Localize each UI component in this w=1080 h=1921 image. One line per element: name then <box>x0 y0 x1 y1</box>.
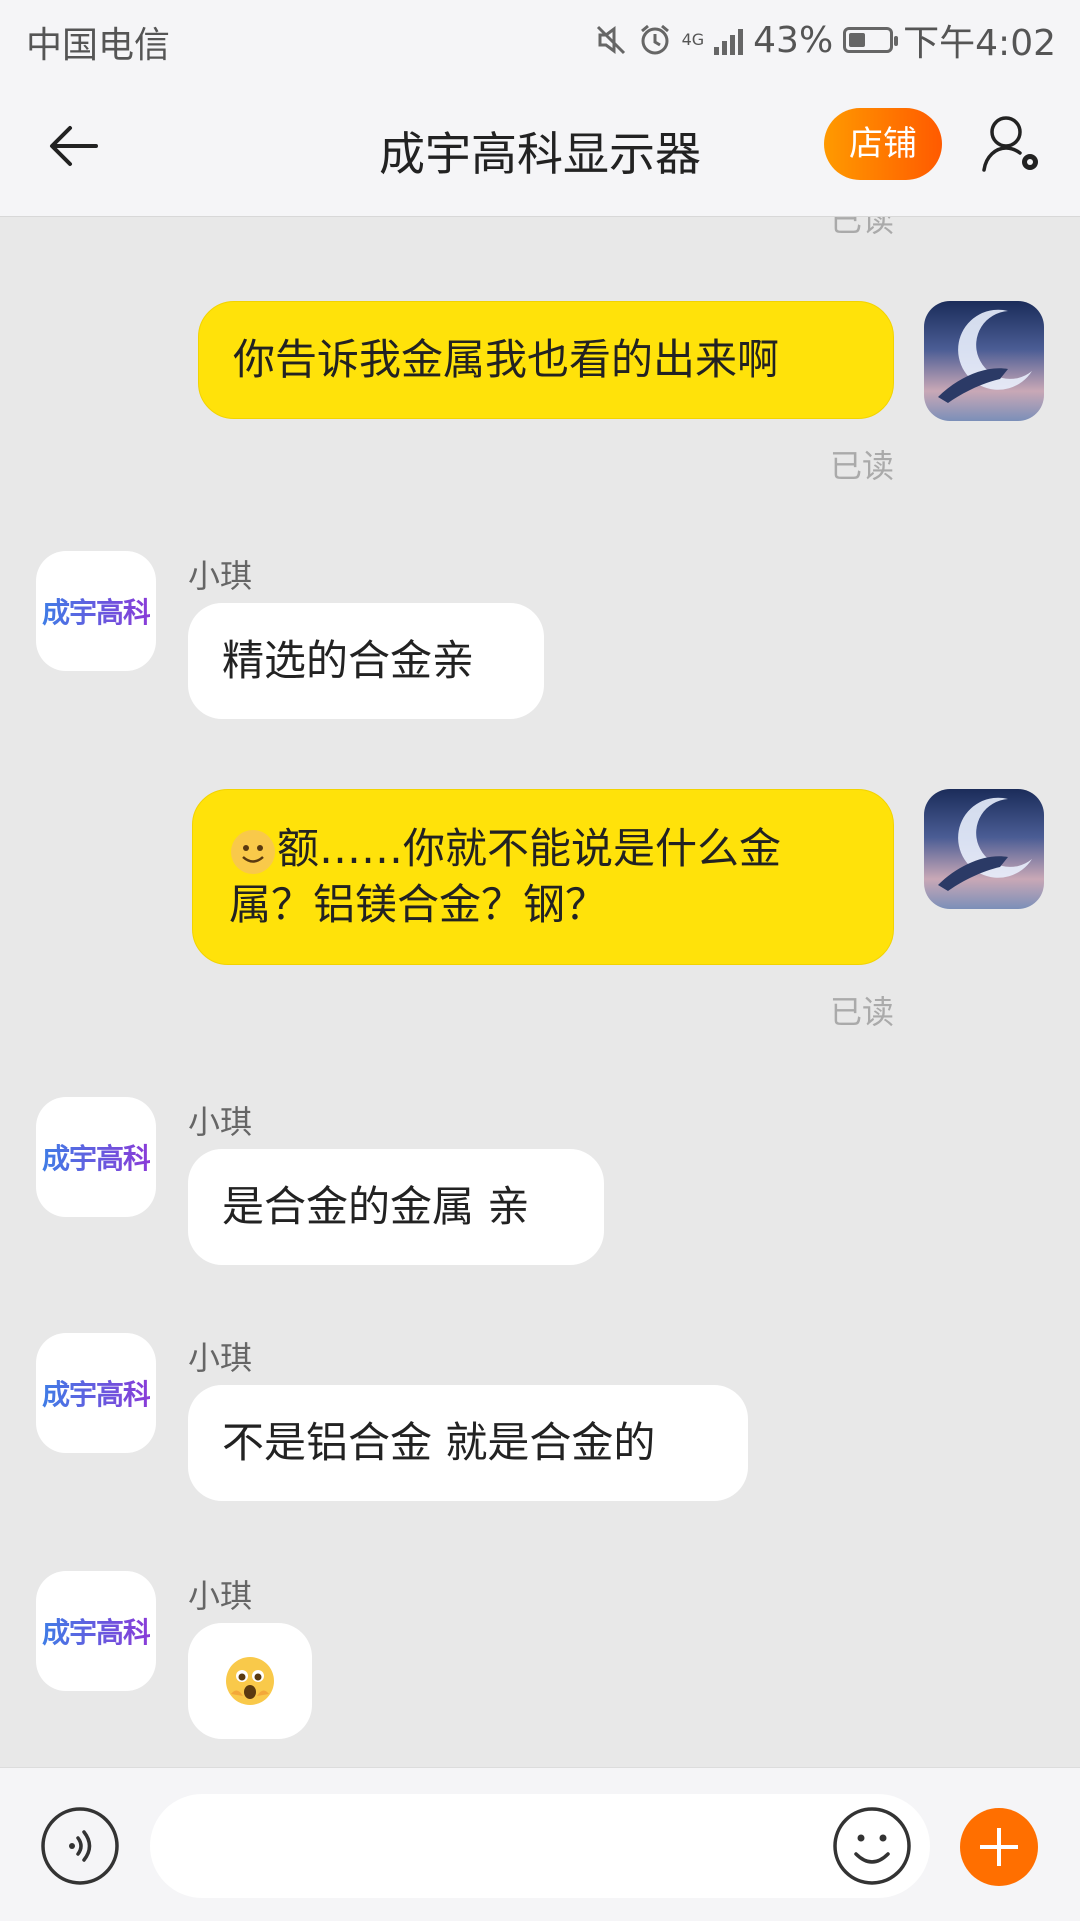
carrier-name: 中国电信 <box>26 25 171 66</box>
clock: 下午4:02 <box>903 23 1056 64</box>
input-bar <box>0 1767 1080 1921</box>
user-settings-icon[interactable] <box>978 108 1048 178</box>
my-avatar[interactable] <box>924 789 1044 909</box>
my-message-bubble[interactable]: 额……你就不能说是什么金 属？铝镁合金？钢？ <box>192 789 894 965</box>
shop-message-bubble[interactable]: 不是铝合金 就是合金的 <box>188 1385 748 1501</box>
shop-avatar[interactable]: 成宇高科 <box>36 1097 156 1217</box>
sender-name: 小琪 <box>188 1577 253 1615</box>
message-input[interactable] <box>150 1794 930 1898</box>
network-type: 4G <box>681 30 705 49</box>
shop-avatar-logo: 成宇高科 <box>42 1373 151 1413</box>
status-bar: 中国电信 4G 43% 下午4:02 <box>0 0 1080 78</box>
read-status: 已读 <box>829 217 894 239</box>
shocked-emoji-icon <box>226 1657 274 1705</box>
whale-moon-image <box>938 797 1032 891</box>
signal-icon <box>714 25 744 55</box>
sender-name: 小琪 <box>188 1103 253 1141</box>
shop-message-bubble[interactable]: 精选的合金亲 <box>188 603 544 719</box>
emoji-icon[interactable] <box>832 1806 912 1886</box>
message-text: 你告诉我金属我也看的出来啊 <box>233 335 780 384</box>
read-status: 已读 <box>829 993 894 1031</box>
alarm-icon <box>640 24 669 55</box>
shop-message-bubble[interactable]: 是合金的金属 亲 <box>188 1149 604 1265</box>
message-text: 是合金的金属 亲 <box>222 1182 530 1231</box>
mute-icon <box>596 25 625 55</box>
my-message-bubble[interactable]: 你告诉我金属我也看的出来啊 <box>198 301 894 419</box>
message-text-block: 额……你就不能说是什么金 属？铝镁合金？钢？ <box>229 821 781 933</box>
shop-avatar-logo: 成宇高科 <box>42 591 151 631</box>
shop-avatar[interactable]: 成宇高科 <box>36 1333 156 1453</box>
message-text: 不是铝合金 就是合金的 <box>222 1418 656 1467</box>
sender-name: 小琪 <box>188 1339 253 1377</box>
voice-input-icon[interactable] <box>40 1806 120 1886</box>
read-status: 已读 <box>829 447 894 485</box>
my-avatar[interactable] <box>924 301 1044 421</box>
battery-icon <box>843 27 899 53</box>
message-list[interactable]: 已读 你告诉我金属我也看的出来啊 已读 成宇高科 小琪 精选的合金亲 额……你就… <box>0 217 1080 1767</box>
battery-fill <box>849 33 866 47</box>
sender-name: 小琪 <box>188 557 253 595</box>
whale-moon-image <box>938 309 1032 403</box>
chat-header: 成宇高科显示器 店铺 <box>0 78 1080 217</box>
shop-avatar-logo: 成宇高科 <box>42 1137 151 1177</box>
add-more-button[interactable] <box>960 1808 1038 1886</box>
shop-avatar-logo: 成宇高科 <box>42 1611 151 1651</box>
shop-avatar[interactable]: 成宇高科 <box>36 551 156 671</box>
battery-percent: 43% <box>753 19 834 61</box>
message-text-line: 属？铝镁合金？钢？ <box>229 880 608 929</box>
smile-emoji-icon <box>231 829 275 874</box>
shop-button[interactable]: 店铺 <box>824 108 942 180</box>
status-icons: 4G 43% 下午4:02 <box>594 14 1056 66</box>
shop-emoji-bubble[interactable] <box>188 1623 312 1739</box>
message-text: 精选的合金亲 <box>222 636 475 685</box>
shop-avatar[interactable]: 成宇高科 <box>36 1571 156 1691</box>
message-text-line: 额……你就不能说是什么金 <box>277 824 782 873</box>
